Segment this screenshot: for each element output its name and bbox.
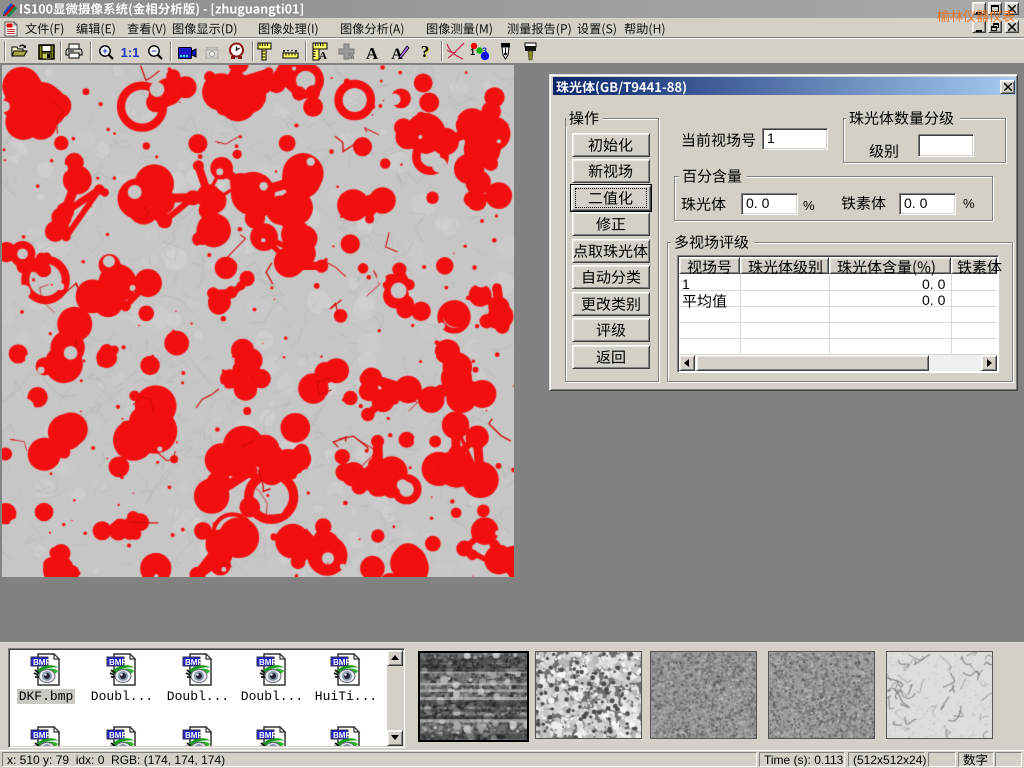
svg-text:−: − xyxy=(151,46,156,56)
svg-text:A: A xyxy=(366,44,379,61)
svg-text:A: A xyxy=(319,50,327,61)
svg-text:1:1: 1:1 xyxy=(121,45,139,59)
svg-text:?: ? xyxy=(421,42,430,61)
svg-text:1: 1 xyxy=(470,47,475,57)
svg-text:+: + xyxy=(102,46,107,56)
